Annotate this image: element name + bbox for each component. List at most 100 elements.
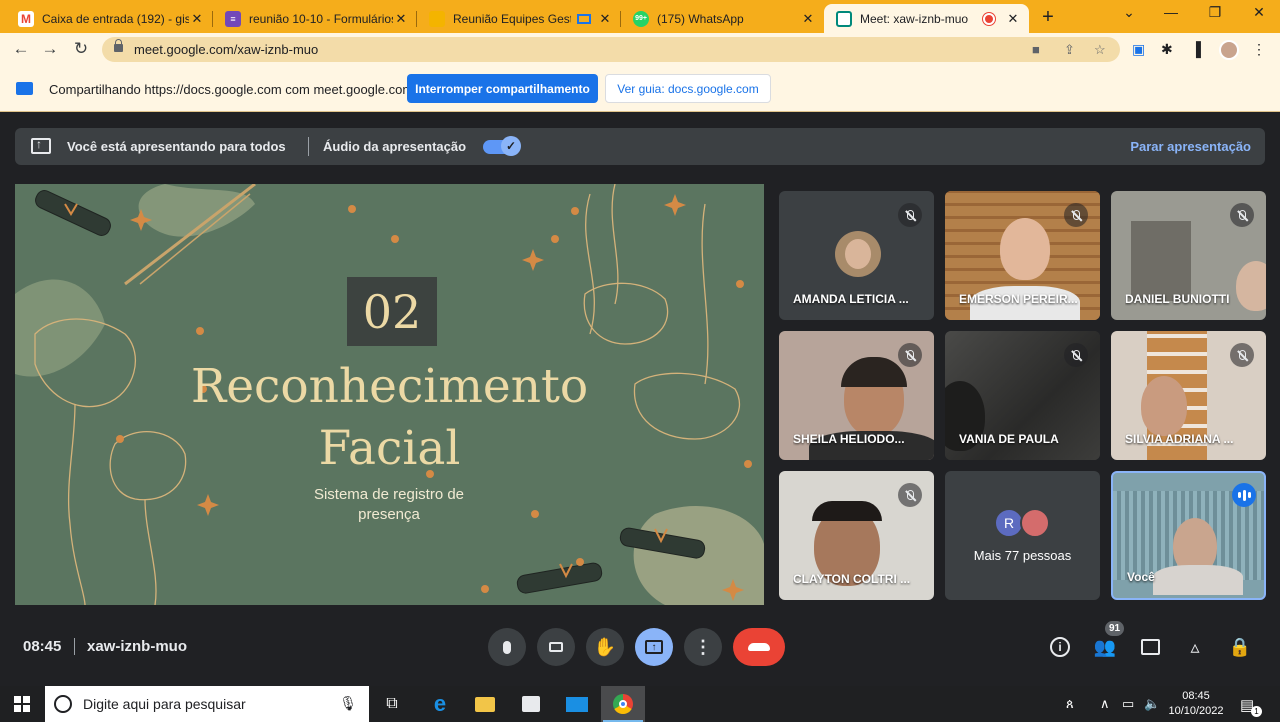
participant-tile-vania[interactable]: VANIA DE PAULA	[945, 331, 1100, 460]
windows-start-icon[interactable]	[14, 696, 30, 712]
video-camera-icon	[549, 642, 563, 652]
new-tab-button[interactable]: +	[1036, 6, 1060, 29]
lock-icon	[114, 39, 123, 52]
hang-up-icon	[748, 643, 770, 651]
taskbar-date: 10/10/2022	[1168, 705, 1224, 717]
muted-mic-icon	[1230, 203, 1254, 227]
more-people-tile[interactable]: R Mais 77 pessoas	[945, 471, 1100, 600]
close-window-button[interactable]: ✕	[1244, 4, 1274, 21]
stop-sharing-button[interactable]: Interromper compartilhamento	[407, 74, 598, 103]
self-view-tile[interactable]: Você	[1111, 471, 1266, 600]
tab-gmail[interactable]: M Caixa de entrada (192) - gise ✕	[6, 4, 213, 33]
bookmark-star-icon[interactable]: ☆	[1094, 42, 1106, 58]
participant-name: AMANDA LETICIA ...	[793, 292, 909, 306]
tab-meet[interactable]: Meet: xaw-iznb-muo ✕	[824, 4, 1029, 33]
people-icon: 👥	[1093, 636, 1117, 657]
network-icon[interactable]: ▭	[1122, 696, 1134, 712]
more-options-button[interactable]: ⋮	[684, 628, 722, 666]
taskbar-time: 08:45	[1182, 690, 1210, 702]
meeting-code: xaw-iznb-muo	[87, 638, 187, 655]
camera-in-use-icon[interactable]: ■	[1032, 42, 1040, 57]
view-tab-button[interactable]: Ver guia: docs.google.com	[605, 74, 771, 103]
slide-title: Reconhecimento Facial	[15, 356, 764, 480]
chat-button[interactable]	[1138, 636, 1162, 658]
side-panel-icon[interactable]: ▐	[1191, 41, 1201, 57]
activities-button[interactable]: ▵	[1183, 636, 1207, 658]
leave-call-button[interactable]	[733, 628, 785, 666]
task-view-icon[interactable]: ⧉	[370, 686, 414, 722]
reload-icon[interactable]: ↻	[70, 39, 92, 59]
participant-tile-emerson[interactable]: EMERSON PEREIR...	[945, 191, 1100, 320]
muted-mic-icon	[1230, 343, 1254, 367]
close-tab-icon[interactable]: ✕	[800, 11, 816, 27]
participant-name: SHEILA HELIODO...	[793, 432, 905, 446]
close-tab-icon[interactable]: ✕	[597, 11, 613, 27]
mail-icon[interactable]	[555, 686, 599, 722]
forward-arrow-icon[interactable]: →	[39, 39, 61, 59]
more-vertical-icon: ⋮	[694, 636, 712, 657]
microphone-button[interactable]	[488, 628, 526, 666]
presentation-audio-toggle[interactable]: ✓	[483, 136, 521, 156]
taskbar-clock[interactable]: 08:45 10/10/2022	[1168, 689, 1224, 719]
browser-tab-strip: M Caixa de entrada (192) - gise ✕ ≡ reun…	[0, 0, 1280, 33]
camera-button[interactable]	[537, 628, 575, 666]
slide-number-box: 02	[347, 277, 437, 346]
maximize-button[interactable]: ❐	[1200, 4, 1230, 21]
presentation-audio-label: Áudio da apresentação	[323, 139, 467, 154]
edge-icon[interactable]: e	[418, 686, 462, 722]
screen-share-icon	[16, 82, 33, 95]
minimize-button[interactable]: —	[1156, 4, 1186, 20]
muted-mic-icon	[898, 483, 922, 507]
voice-search-icon[interactable]: 🎙	[339, 695, 357, 712]
mic-icon	[503, 640, 511, 654]
presented-slide: 02 Reconhecimento Facial Sistema de regi…	[15, 184, 764, 605]
participant-video	[1141, 376, 1187, 436]
microsoft-store-icon[interactable]	[509, 686, 553, 722]
muted-mic-icon	[898, 343, 922, 367]
participant-tile-daniel[interactable]: DANIEL BUNIOTTI	[1111, 191, 1266, 320]
close-tab-icon[interactable]: ✕	[393, 11, 409, 27]
host-controls-button[interactable]: 🔒	[1228, 636, 1252, 658]
raise-hand-button[interactable]: ✋	[586, 628, 624, 666]
present-screen-icon: ↑	[645, 640, 663, 654]
meet-extension-icon[interactable]: ▣	[1132, 41, 1145, 58]
participant-tile-sheila[interactable]: SHEILA HELIODO...	[779, 331, 934, 460]
slide-subtitle: Sistema de registro de presença	[313, 486, 465, 523]
tab-title: Meet: xaw-iznb-muo	[860, 11, 969, 26]
gmail-icon: M	[18, 10, 34, 27]
meeting-details-button[interactable]: i	[1048, 636, 1072, 658]
meet-icon	[836, 10, 852, 27]
sharing-message: Compartilhando https://docs.google.com c…	[49, 82, 414, 97]
browser-toolbar: ← → ↻ meet.google.com/xaw-iznb-muo ■ ⇪ ☆…	[0, 33, 1280, 66]
recording-indicator-icon	[983, 12, 995, 25]
file-explorer-icon[interactable]	[463, 686, 507, 722]
participant-tile-clayton[interactable]: CLAYTON COLTRI ...	[779, 471, 934, 600]
stop-presenting-link[interactable]: Parar apresentação	[1130, 139, 1251, 154]
tab-slides[interactable]: Reunião Equipes Gestor ✕	[417, 4, 621, 33]
whatsapp-icon: 99+	[633, 10, 649, 27]
profile-avatar[interactable]	[1219, 40, 1239, 60]
tab-search-icon[interactable]: ⌄	[1114, 4, 1144, 21]
show-hidden-icons-chevron-icon[interactable]: ∧	[1100, 696, 1110, 712]
tab-whatsapp[interactable]: 99+ (175) WhatsApp ✕	[621, 4, 824, 33]
participant-tile-silvia[interactable]: SILVIA ADRIANA ...	[1111, 331, 1266, 460]
participant-name: DANIEL BUNIOTTI	[1125, 292, 1230, 306]
people-button[interactable]: 👥	[1093, 636, 1117, 658]
extensions-puzzle-icon[interactable]: ✱	[1161, 41, 1173, 58]
taskbar-search-box[interactable]: Digite aqui para pesquisar 🎙	[45, 686, 369, 722]
close-tab-icon[interactable]: ✕	[1005, 11, 1021, 27]
divider	[308, 137, 309, 156]
tab-forms[interactable]: ≡ reunião 10-10 - Formulários ✕	[213, 4, 417, 33]
chrome-menu-icon[interactable]: ⋮	[1252, 41, 1266, 58]
people-tray-icon[interactable]: ጰ	[1066, 696, 1074, 712]
share-page-icon[interactable]: ⇪	[1064, 42, 1075, 58]
participant-tile-amanda[interactable]: AMANDA LETICIA ...	[779, 191, 934, 320]
chrome-icon[interactable]	[601, 686, 645, 722]
volume-icon[interactable]: 🔈	[1144, 696, 1160, 712]
muted-mic-icon	[898, 203, 922, 227]
address-bar[interactable]: meet.google.com/xaw-iznb-muo ■ ⇪ ☆	[102, 37, 1120, 62]
screen-sharing-infobar: Compartilhando https://docs.google.com c…	[0, 66, 1280, 112]
present-now-button[interactable]: ↑	[635, 628, 673, 666]
back-arrow-icon[interactable]: ←	[10, 39, 32, 59]
close-tab-icon[interactable]: ✕	[189, 11, 205, 27]
